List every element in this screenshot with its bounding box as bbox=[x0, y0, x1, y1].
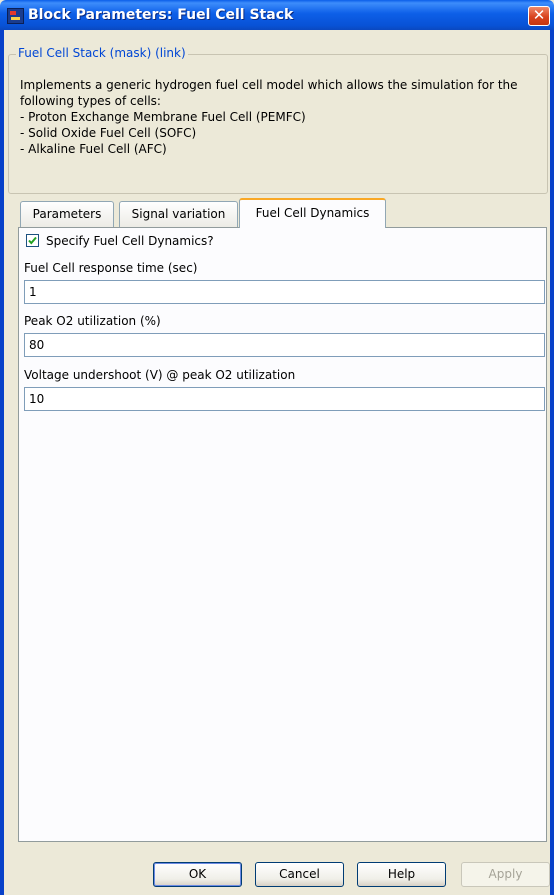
specify-dynamics-label: Specify Fuel Cell Dynamics? bbox=[46, 234, 214, 248]
cancel-button[interactable]: Cancel bbox=[255, 862, 344, 887]
apply-button[interactable]: Apply bbox=[461, 862, 550, 887]
group-legend: Fuel Cell Stack (mask) (link) bbox=[16, 46, 188, 60]
tab-parameters[interactable]: Parameters bbox=[20, 201, 114, 227]
description-line: - Alkaline Fuel Cell (AFC) bbox=[20, 142, 167, 156]
block-description: Implements a generic hydrogen fuel cell … bbox=[20, 77, 540, 157]
help-button[interactable]: Help bbox=[357, 862, 446, 887]
window-border-left bbox=[0, 30, 4, 895]
simulink-block-icon bbox=[7, 8, 24, 24]
peak-o2-utilization-input[interactable] bbox=[24, 333, 545, 357]
window-title: Block Parameters: Fuel Cell Stack bbox=[28, 7, 294, 23]
description-line: - Solid Oxide Fuel Cell (SOFC) bbox=[20, 126, 197, 140]
description-line: - Proton Exchange Membrane Fuel Cell (PE… bbox=[20, 110, 306, 124]
description-line: Implements a generic hydrogen fuel cell … bbox=[20, 78, 518, 92]
tab-signal-variation[interactable]: Signal variation bbox=[119, 201, 238, 227]
voltage-undershoot-label: Voltage undershoot (V) @ peak O2 utiliza… bbox=[24, 368, 296, 382]
window-border-right bbox=[550, 30, 554, 895]
ok-button[interactable]: OK bbox=[153, 862, 242, 887]
peak-o2-utilization-label: Peak O2 utilization (%) bbox=[24, 314, 161, 328]
description-line: following types of cells: bbox=[20, 94, 161, 108]
response-time-label: Fuel Cell response time (sec) bbox=[24, 261, 198, 275]
title-bar[interactable]: Block Parameters: Fuel Cell Stack ✕ bbox=[0, 0, 554, 30]
close-icon[interactable]: ✕ bbox=[528, 6, 550, 26]
response-time-input[interactable] bbox=[24, 280, 545, 304]
checkmark-icon bbox=[28, 236, 37, 245]
specify-dynamics-checkbox[interactable] bbox=[26, 234, 39, 247]
voltage-undershoot-input[interactable] bbox=[24, 387, 545, 411]
tab-fuel-cell-dynamics[interactable]: Fuel Cell Dynamics bbox=[239, 198, 386, 228]
